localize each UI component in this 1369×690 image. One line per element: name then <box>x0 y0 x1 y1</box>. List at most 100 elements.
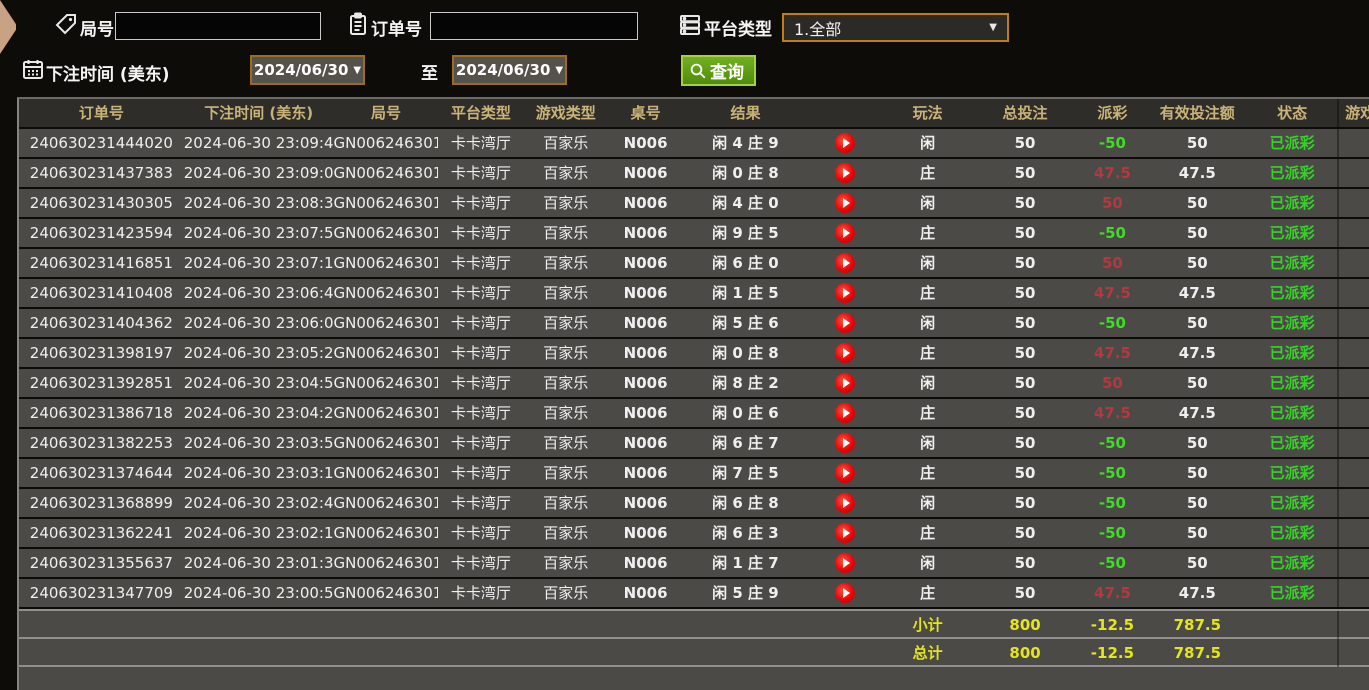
cell-game-type: 百家乐 <box>523 579 608 607</box>
cell-platform: 卡卡湾厅 <box>438 159 523 187</box>
header-game: 游戏 <box>1337 99 1369 127</box>
play-video-icon[interactable] <box>835 193 855 213</box>
status-badge: 已派彩 <box>1247 249 1337 277</box>
query-button[interactable]: 查询 <box>681 55 756 86</box>
play-video-icon[interactable] <box>835 553 855 573</box>
cell-replay <box>808 249 883 277</box>
play-video-icon[interactable] <box>835 433 855 453</box>
date-to-picker[interactable]: 2024/06/30 ▼ <box>452 55 567 85</box>
cell-result: 闲 0 庄 8 <box>683 339 808 367</box>
cell-game-no: GN006246301OA <box>334 519 439 547</box>
cell-replay <box>808 489 883 517</box>
subtotal-row: 小计 800 -12.5 787.5 <box>19 609 1369 637</box>
cell-bet-time: 2024-06-30 23:02:46 <box>184 489 334 517</box>
cell-payout: 47.5 <box>1077 279 1147 307</box>
play-video-icon[interactable] <box>835 493 855 513</box>
cell-table-no: N006 <box>608 219 683 247</box>
platform-type-value: 1.全部 <box>794 16 841 40</box>
table-header-row: 订单号 下注时间 (美东) 局号 平台类型 游戏类型 桌号 结果 玩法 总投注 … <box>19 99 1369 127</box>
cell-valid-bet: 50 <box>1147 429 1247 457</box>
cell-result: 闲 1 庄 5 <box>683 279 808 307</box>
bet-time-label: 下注时间 (美东) <box>46 60 169 85</box>
cell-replay <box>808 579 883 607</box>
cell-platform: 卡卡湾厅 <box>438 549 523 577</box>
status-badge: 已派彩 <box>1247 489 1337 517</box>
cell-platform: 卡卡湾厅 <box>438 579 523 607</box>
cell-platform: 卡卡湾厅 <box>438 189 523 217</box>
cell-table-no: N006 <box>608 429 683 457</box>
cell-game-type: 百家乐 <box>523 249 608 277</box>
cell-bet-time: 2024-06-30 23:04:23 <box>184 399 334 427</box>
play-video-icon[interactable] <box>835 253 855 273</box>
subtotal-valid-bet: 787.5 <box>1147 611 1247 639</box>
cell-payout: -50 <box>1077 129 1147 157</box>
cell-table-no: N006 <box>608 189 683 217</box>
cell-valid-bet: 47.5 <box>1147 339 1247 367</box>
cell-platform: 卡卡湾厅 <box>438 219 523 247</box>
play-video-icon[interactable] <box>835 523 855 543</box>
order-number-input[interactable] <box>430 12 638 40</box>
total-label: 总计 <box>883 639 973 667</box>
cell-game-type: 百家乐 <box>523 189 608 217</box>
cell-table-no: N006 <box>608 129 683 157</box>
cell-bet-time: 2024-06-30 23:02:13 <box>184 519 334 547</box>
table-row: 240630231382253 2024-06-30 23:03:57 GN00… <box>19 429 1369 457</box>
game-number-input[interactable] <box>115 12 321 40</box>
chevron-down-icon: ▼ <box>989 22 997 33</box>
play-video-icon[interactable] <box>835 133 855 153</box>
play-video-icon[interactable] <box>835 403 855 423</box>
cell-game-type: 百家乐 <box>523 429 608 457</box>
cell-order-no: 240630231410408 <box>19 279 184 307</box>
date-range-to-label: 至 <box>421 59 438 84</box>
sidebar-collapse-arrow[interactable] <box>0 0 16 54</box>
cell-payout: 47.5 <box>1077 399 1147 427</box>
play-video-icon[interactable] <box>835 313 855 333</box>
cell-valid-bet: 50 <box>1147 249 1247 277</box>
table-row: 240630231368899 2024-06-30 23:02:46 GN00… <box>19 489 1369 517</box>
platform-type-select[interactable]: 1.全部 ▼ <box>782 13 1009 42</box>
cell-bet-time: 2024-06-30 23:01:39 <box>184 549 334 577</box>
cell-total-bet: 50 <box>973 519 1078 547</box>
cell-order-no: 240630231386718 <box>19 399 184 427</box>
cell-game-no: GN006246301O8 <box>334 579 439 607</box>
cell-game-no: GN006246301OF <box>334 369 439 397</box>
cell-total-bet: 50 <box>973 249 1078 277</box>
cell-platform: 卡卡湾厅 <box>438 129 523 157</box>
cell-game-no: GN006246301ON <box>334 129 439 157</box>
total-total-bet: 800 <box>973 639 1078 667</box>
play-video-icon[interactable] <box>835 463 855 483</box>
cell-table-no: N006 <box>608 459 683 487</box>
bet-records-table: 订单号 下注时间 (美东) 局号 平台类型 游戏类型 桌号 结果 玩法 总投注 … <box>17 97 1369 690</box>
header-bet-side: 玩法 <box>883 99 973 127</box>
cell-result: 闲 4 庄 0 <box>683 189 808 217</box>
cell-result: 闲 4 庄 9 <box>683 129 808 157</box>
header-total-bet: 总投注 <box>973 99 1078 127</box>
play-video-icon[interactable] <box>835 343 855 363</box>
cell-result: 闲 1 庄 7 <box>683 549 808 577</box>
cell-payout: -50 <box>1077 459 1147 487</box>
cell-replay <box>808 459 883 487</box>
cell-game <box>1337 519 1369 547</box>
cell-result: 闲 0 庄 6 <box>683 399 808 427</box>
table-row: 240630231404362 2024-06-30 23:06:06 GN00… <box>19 309 1369 337</box>
status-badge: 已派彩 <box>1247 189 1337 217</box>
status-badge: 已派彩 <box>1247 399 1337 427</box>
cell-bet-time: 2024-06-30 23:05:29 <box>184 339 334 367</box>
play-video-icon[interactable] <box>835 583 855 603</box>
cell-valid-bet: 47.5 <box>1147 399 1247 427</box>
table-row: 240630231374644 2024-06-30 23:03:15 GN00… <box>19 459 1369 487</box>
cell-table-no: N006 <box>608 579 683 607</box>
cell-payout: -50 <box>1077 429 1147 457</box>
play-video-icon[interactable] <box>835 223 855 243</box>
date-from-picker[interactable]: 2024/06/30 ▼ <box>250 55 365 85</box>
cell-order-no: 240630231362241 <box>19 519 184 547</box>
play-video-icon[interactable] <box>835 163 855 183</box>
play-video-icon[interactable] <box>835 373 855 393</box>
play-video-icon[interactable] <box>835 283 855 303</box>
cell-game <box>1337 399 1369 427</box>
cell-game-type: 百家乐 <box>523 309 608 337</box>
status-badge: 已派彩 <box>1247 549 1337 577</box>
cell-bet-side: 庄 <box>883 219 973 247</box>
cell-payout: -50 <box>1077 519 1147 547</box>
cell-bet-time: 2024-06-30 23:09:44 <box>184 129 334 157</box>
